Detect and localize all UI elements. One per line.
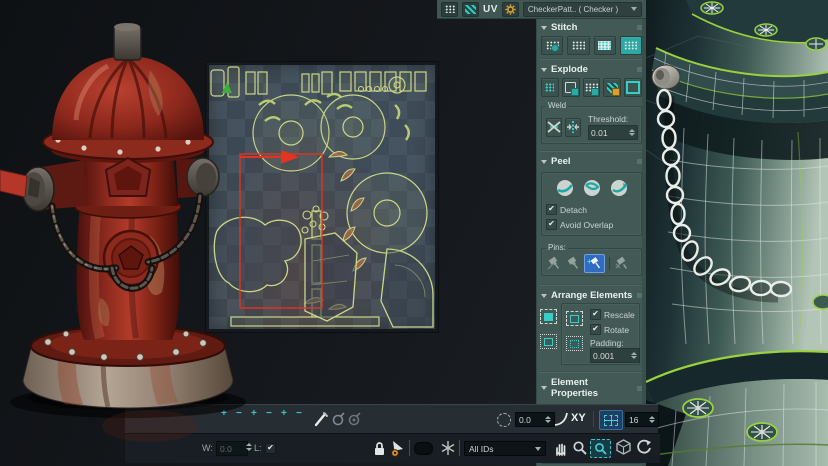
pins-group-label: Pins: (546, 243, 568, 252)
peel-reset-button[interactable] (609, 178, 629, 198)
pin-select-button[interactable] (565, 256, 582, 271)
avoid-overlap-label: Avoid Overlap (560, 220, 613, 230)
lock-icon[interactable] (371, 440, 387, 457)
section-explode[interactable]: Explode (537, 61, 646, 77)
paint-move-brush-icon[interactable] (314, 411, 329, 427)
break-by-smoothing-button[interactable] (541, 78, 559, 97)
hydrant-chains (52, 196, 200, 288)
rotate-view-icon[interactable] (635, 439, 652, 456)
flatten-by-smoothing-button[interactable] (583, 78, 601, 97)
peel-mode-button[interactable] (582, 178, 602, 198)
weld-group-label: Weld (546, 101, 568, 110)
w-coordinate-label: W: (202, 443, 213, 453)
svg-text:+: + (587, 257, 592, 266)
spinner-arrows-icon[interactable] (542, 416, 551, 424)
padding-spinner[interactable]: 0.001 (590, 348, 640, 363)
material-id-filter-dropdown[interactable]: All IDs (464, 441, 546, 456)
grid-snap-button-active[interactable] (599, 410, 623, 430)
spinner-arrows-icon[interactable] (243, 443, 252, 451)
pin-add-button-active[interactable]: + (584, 254, 605, 273)
avoid-overlap-checkbox[interactable] (546, 219, 557, 230)
collapse-triangle-icon (541, 26, 547, 30)
quick-peel-button[interactable] (555, 178, 575, 198)
collapse-triangle-icon (541, 294, 547, 298)
collapse-triangle-icon (541, 68, 547, 72)
uv-top-bar: UV CheckerPatt.. ( Checker ) (437, 0, 646, 19)
uv-editor-canvas[interactable] (206, 62, 438, 332)
stitch-to-target-button[interactable] (567, 36, 589, 55)
detach-checkbox[interactable] (546, 204, 557, 215)
chevron-down-icon (535, 447, 541, 451)
checker-material-icon[interactable] (462, 2, 479, 17)
collapse-triangle-icon (541, 386, 547, 390)
base-bolts (45, 331, 207, 360)
unwrap-tools-panel: Stitch Explode Weld (536, 19, 646, 466)
uv-label: UV (483, 4, 498, 15)
rotate-angle-field[interactable]: 0.0 (515, 412, 555, 427)
grid-size-field[interactable]: 16 (625, 412, 659, 427)
rescale-elements-button[interactable] (566, 311, 583, 326)
zoom-extents-icon[interactable] (615, 439, 632, 456)
pack-custom-button[interactable] (540, 334, 557, 349)
detach-label: Detach (560, 205, 587, 215)
select-cursor-icon[interactable] (389, 440, 407, 457)
spinner-arrows-icon[interactable] (628, 352, 637, 360)
left-nozzle (0, 160, 86, 211)
section-element-properties[interactable]: Element Properties (537, 374, 646, 401)
threshold-label: Threshold: (588, 114, 638, 124)
dome-ridges (90, 58, 166, 138)
options-gear-icon[interactable] (502, 2, 519, 17)
material-selector[interactable]: CheckerPatt.. ( Checker ) (523, 2, 642, 17)
falloff-curve-icon[interactable] (553, 411, 569, 427)
uv-status-bar: W: 0.0 L: All IDs (125, 433, 660, 463)
pack-normalize-button[interactable] (540, 309, 557, 324)
bonnet-bolts (55, 137, 190, 154)
zoom-region-icon-active[interactable] (590, 439, 611, 458)
chevron-down-icon (631, 7, 637, 11)
rotate-label: Rotate (604, 325, 629, 335)
padding-label: Padding: (590, 338, 624, 348)
section-arrange-elements[interactable]: Arrange Elements (537, 287, 646, 303)
section-peel[interactable]: Peel (537, 153, 646, 169)
weld-threshold-spinner[interactable]: 0.01 (588, 125, 638, 140)
soft-selection-preview[interactable] (414, 442, 433, 455)
spinner-arrows-icon[interactable] (626, 129, 635, 137)
pan-hand-icon[interactable] (553, 440, 569, 457)
uv-islands (209, 65, 435, 329)
stitch-to-source-button[interactable] (620, 36, 642, 55)
flatten-custom-button[interactable] (624, 78, 642, 97)
spinner-arrows-icon[interactable] (646, 416, 655, 424)
pack-together-button[interactable] (566, 336, 583, 351)
pin-move-button[interactable] (546, 256, 563, 271)
soft-selection-falloff-icon[interactable] (497, 413, 511, 427)
uv-toolbar-row1: + − + − + − 0.0 XY 16 (125, 404, 658, 433)
flatten-by-material-button[interactable] (603, 78, 621, 97)
pin-remove-button[interactable] (614, 256, 631, 271)
axis-space-label[interactable]: XY (571, 412, 586, 424)
weld-custom-button[interactable] (546, 118, 562, 137)
stitch-custom-button[interactable] (541, 36, 563, 55)
lock-aspect-checkbox[interactable] (265, 443, 276, 454)
rescale-label: Rescale (604, 310, 635, 320)
collapse-triangle-icon (541, 160, 547, 164)
zoom-icon[interactable] (572, 440, 588, 456)
lock-aspect-label: L: (254, 443, 262, 453)
relax-brush-falloff-icon[interactable] (347, 412, 362, 427)
wireframe-viewport (646, 0, 828, 466)
nozzle-cap-knob (652, 65, 680, 89)
weld-selected-button[interactable] (565, 118, 581, 137)
material-selector-value: CheckerPatt.. ( Checker ) (528, 5, 618, 14)
rescale-checkbox[interactable] (590, 309, 601, 320)
section-stitch[interactable]: Stitch (537, 19, 646, 35)
snowflake-freeze-icon[interactable] (440, 440, 456, 456)
checker-pattern-icon[interactable] (441, 2, 458, 17)
break-by-material-button[interactable] (562, 78, 580, 97)
stitch-to-average-button[interactable] (594, 36, 616, 55)
app-window: UV CheckerPatt.. ( Checker ) Stitch (0, 0, 828, 466)
rotate-checkbox[interactable] (590, 324, 601, 335)
relax-brush-icon[interactable] (331, 412, 346, 427)
